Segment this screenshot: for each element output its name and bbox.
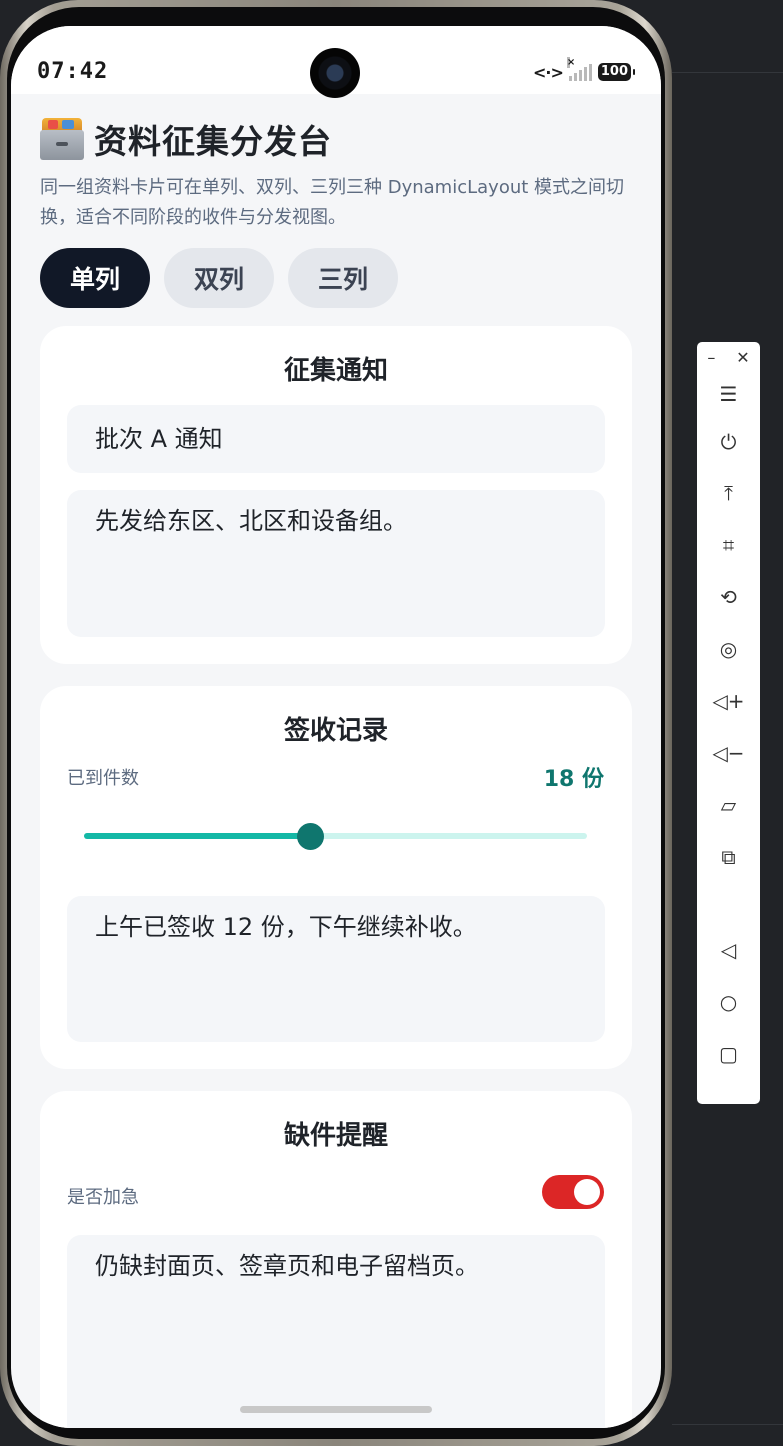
home-indicator[interactable]: [240, 1406, 432, 1413]
background-divider: [672, 1424, 783, 1425]
rotate-icon[interactable]: ⟲: [697, 585, 760, 609]
card-title: 征集通知: [283, 356, 388, 386]
front-camera: [310, 48, 360, 98]
background-divider: [672, 72, 783, 73]
layout-mode-tabs: 单列 双列 三列: [40, 248, 398, 308]
back-icon[interactable]: ◁: [697, 938, 760, 962]
home-icon[interactable]: ○: [697, 990, 760, 1014]
page-subtitle: 同一组资料卡片可在单列、双列、三列三种 DynamicLayout 模式之间切换…: [40, 177, 625, 228]
notice-title-input[interactable]: 批次 A 通知: [67, 405, 605, 473]
shake-icon[interactable]: ▱: [697, 793, 760, 817]
urgent-label: 是否加急: [67, 1187, 139, 1208]
receipt-notes-textarea[interactable]: 上午已签收 12 份，下午继续补收。: [67, 896, 605, 1042]
tab-double-column[interactable]: 双列: [164, 248, 274, 308]
recents-icon[interactable]: ▢: [697, 1042, 760, 1066]
slider-thumb[interactable]: [297, 823, 325, 850]
screenshot-icon[interactable]: ◎: [697, 637, 760, 661]
card-title: 签收记录: [283, 716, 388, 746]
minimize-icon[interactable]: –: [707, 348, 715, 367]
notice-card: 征集通知 批次 A 通知 先发给东区、北区和设备组。: [40, 326, 632, 664]
urgent-toggle[interactable]: [542, 1175, 604, 1209]
volume-down-icon[interactable]: ◁−: [697, 741, 760, 765]
count-slider[interactable]: [84, 823, 587, 850]
app-screen: 07:42 <·> × 100 资料征集分发台 同一组资料卡片可在单列、双列、三…: [11, 26, 661, 1428]
missing-card: 缺件提醒 是否加急 仍缺封面页、签章页和电子留档页。: [40, 1091, 632, 1428]
status-bar: 07:42 <·> × 100: [11, 26, 661, 98]
emulator-toolbar: – ✕ ☰ ⏻ ⤒ ⌗ ⟲ ◎ ◁+ ◁− ▱ ⧉ ◁ ○ ▢: [697, 342, 760, 1104]
slider-fill: [84, 833, 311, 839]
card-title: 缺件提醒: [283, 1121, 388, 1151]
signal-icon: ×: [566, 57, 592, 81]
toolbar-window-controls: – ✕: [697, 348, 760, 367]
file-cabinet-icon: [40, 118, 84, 160]
page-header: 资料征集分发台: [40, 115, 332, 163]
volume-up-icon[interactable]: ◁+: [697, 689, 760, 713]
close-icon[interactable]: ✕: [736, 348, 749, 367]
tab-triple-column[interactable]: 三列: [288, 248, 398, 308]
network-transfer-icon: <·>: [532, 62, 564, 82]
multi-device-icon[interactable]: ⧉: [697, 845, 760, 869]
page-title: 资料征集分发台: [94, 122, 332, 161]
status-icons: <·> × 100: [532, 57, 636, 84]
toggle-knob: [574, 1179, 600, 1205]
power-icon[interactable]: ⏻: [697, 430, 760, 454]
receipt-card: 签收记录 已到件数 18 份 上午已签收 12 份，下午继续补收。: [40, 686, 632, 1069]
battery-icon: 100: [597, 63, 636, 81]
count-value: 18 份: [543, 767, 604, 792]
pin-top-icon[interactable]: ⤒: [697, 481, 760, 505]
count-label: 已到件数: [67, 768, 139, 789]
missing-notes-textarea[interactable]: 仍缺封面页、签章页和电子留档页。: [67, 1235, 605, 1428]
tab-single-column[interactable]: 单列: [40, 248, 150, 308]
crop-icon[interactable]: ⌗: [697, 533, 760, 557]
menu-icon[interactable]: ☰: [697, 382, 760, 406]
status-time: 07:42: [37, 59, 109, 84]
notice-body-textarea[interactable]: 先发给东区、北区和设备组。: [67, 490, 605, 637]
